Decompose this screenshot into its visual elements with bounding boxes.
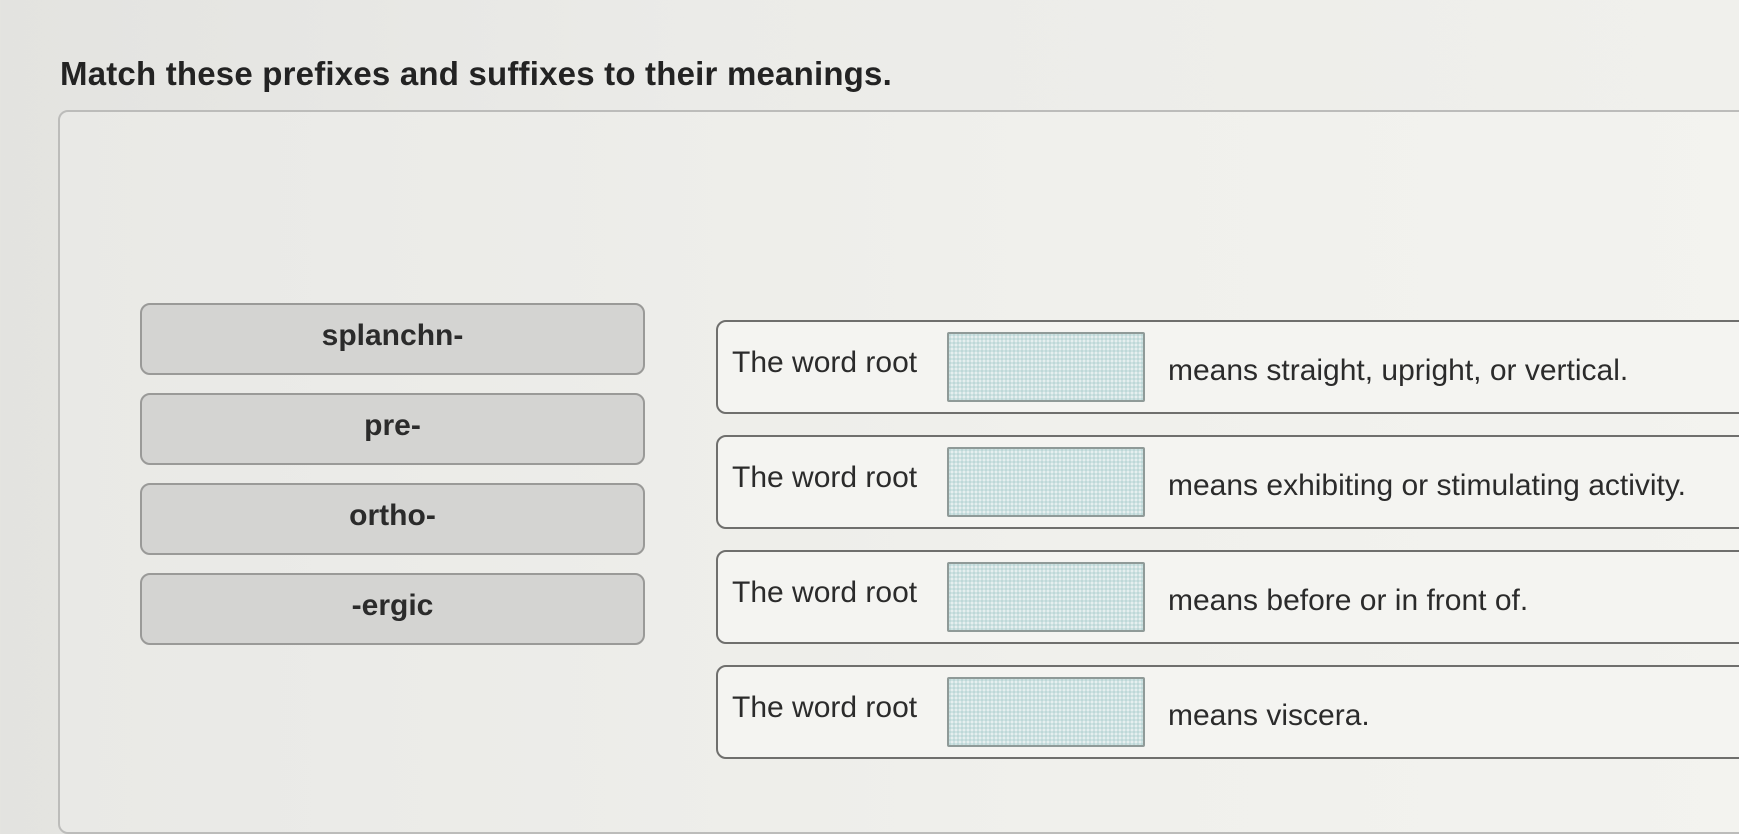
statement-prefix: The word root	[732, 691, 918, 724]
statement-meaning: means exhibiting or stimulating activity…	[1168, 469, 1686, 502]
choice-label: pre-	[364, 409, 421, 442]
choice-chip-pre[interactable]: pre-	[140, 393, 645, 465]
statement-meaning: means before or in front of.	[1168, 584, 1529, 617]
choice-label: splanchn-	[321, 319, 464, 352]
question-title: Match these prefixes and suffixes to the…	[60, 55, 892, 92]
answer-drop-target[interactable]	[947, 447, 1145, 517]
statement-prefix: The word root	[732, 346, 918, 379]
statement-prefix: The word root	[732, 576, 918, 609]
choice-label: -ergic	[351, 589, 434, 622]
statement-prefix: The word root	[732, 461, 918, 494]
answer-drop-target[interactable]	[947, 562, 1145, 632]
choice-label: ortho-	[349, 499, 436, 532]
statement-meaning: means viscera.	[1168, 699, 1370, 732]
choice-chip-splanchn[interactable]: splanchn-	[140, 303, 645, 375]
statement-row: The word root means exhibiting or stimul…	[716, 435, 1739, 529]
choice-chip-ortho[interactable]: ortho-	[140, 483, 645, 555]
answer-drop-target[interactable]	[947, 677, 1145, 747]
statement-meaning: means straight, upright, or vertical.	[1168, 354, 1629, 387]
statement-row: The word root means viscera.	[716, 665, 1739, 759]
answer-drop-target[interactable]	[947, 332, 1145, 402]
choice-chip-ergic[interactable]: -ergic	[140, 573, 645, 645]
statement-row: The word root means straight, upright, o…	[716, 320, 1739, 414]
statement-row: The word root means before or in front o…	[716, 550, 1739, 644]
